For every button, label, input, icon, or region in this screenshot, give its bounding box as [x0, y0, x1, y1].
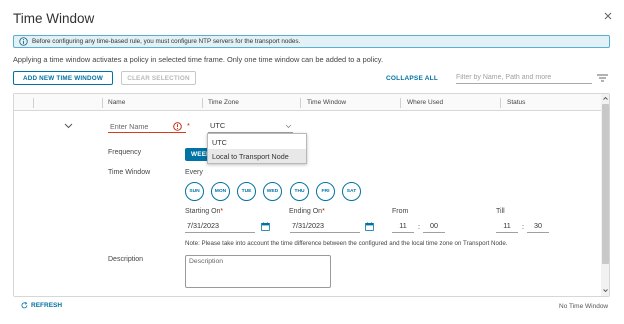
info-banner: Before configuring any time-based rule, …	[13, 35, 610, 48]
start-date-field[interactable]: 7/31/2023	[185, 221, 255, 233]
time-separator: :	[418, 222, 420, 231]
day-toggle-fri[interactable]: FRI	[316, 182, 335, 201]
day-toggle-wed[interactable]: WED	[263, 182, 282, 201]
time-window-grid: Name Time Zone Time Window Where Used St…	[13, 93, 610, 297]
timezone-note: Note: Please take into account the time …	[185, 240, 508, 247]
scroll-up-icon[interactable]	[602, 95, 609, 102]
banner-text: Before configuring any time-based rule, …	[32, 38, 301, 45]
calendar-icon[interactable]	[365, 222, 374, 231]
every-label: Every	[185, 169, 203, 176]
column-separator	[400, 98, 401, 108]
chevron-down-icon[interactable]	[64, 123, 73, 129]
add-time-window-button[interactable]: ADD NEW TIME WINDOW	[13, 71, 113, 85]
end-date-field[interactable]: 7/31/2023	[290, 221, 360, 233]
time-window-label: Time Window	[108, 169, 151, 176]
scrollbar-thumb[interactable]	[602, 104, 609, 264]
refresh-button[interactable]: REFRESH	[21, 302, 62, 309]
grid-scrollbar[interactable]	[601, 94, 609, 296]
refresh-label: REFRESH	[31, 302, 63, 309]
close-icon[interactable]	[603, 11, 613, 21]
column-header-where-used[interactable]: Where Used	[407, 99, 443, 106]
chevron-down-icon[interactable]	[285, 124, 292, 129]
refresh-icon	[21, 302, 28, 309]
column-separator	[33, 98, 34, 108]
day-toggle-sat[interactable]: SAT	[342, 182, 361, 201]
timezone-option-local[interactable]: Local to Transport Node	[208, 149, 306, 163]
till-label: Till	[496, 208, 505, 215]
dialog-description: Applying a time window activates a polic…	[13, 55, 383, 64]
timezone-option-utc[interactable]: UTC	[208, 135, 306, 149]
till-hour-field[interactable]: 11	[496, 221, 518, 233]
filter-input[interactable]	[456, 72, 592, 84]
time-separator: :	[522, 222, 524, 231]
column-header-time-window[interactable]: Time Window	[307, 99, 346, 106]
day-toggle-tue[interactable]: TUE	[237, 182, 256, 201]
error-icon	[173, 122, 182, 131]
description-label: Description	[108, 256, 144, 263]
info-icon	[19, 37, 28, 46]
till-minute-field[interactable]: 30	[527, 221, 549, 233]
day-toggle-mon[interactable]: MON	[211, 182, 230, 201]
dialog-title: Time Window	[13, 11, 95, 26]
description-textarea[interactable]	[185, 255, 331, 288]
scroll-down-icon[interactable]	[602, 287, 609, 294]
day-toggle-sun[interactable]: SUN	[185, 182, 204, 201]
frequency-label: Frequency	[108, 149, 142, 156]
clear-selection-button[interactable]: CLEAR SELECTION	[121, 71, 196, 85]
ending-on-label: Ending On*	[289, 208, 325, 215]
column-header-status[interactable]: Status	[507, 99, 525, 106]
column-separator	[300, 98, 301, 108]
column-separator	[500, 98, 501, 108]
timezone-dropdown: UTC Local to Transport Node	[207, 133, 307, 164]
from-hour-field[interactable]: 11	[392, 221, 414, 233]
from-minute-field[interactable]: 00	[423, 221, 445, 233]
frequency-weekly-button[interactable]: WEEKLY	[185, 148, 209, 161]
item-count: No Time Window	[559, 303, 609, 310]
filter-icon[interactable]	[597, 74, 608, 82]
column-header-time-zone[interactable]: Time Zone	[208, 99, 239, 106]
required-indicator: *	[187, 121, 190, 130]
grid-header: Name Time Zone Time Window Where Used St…	[14, 94, 601, 111]
day-toggle-thu[interactable]: THU	[290, 182, 309, 201]
column-header-name[interactable]: Name	[108, 99, 125, 106]
column-separator	[202, 98, 203, 108]
from-label: From	[392, 208, 409, 215]
timezone-select[interactable]: UTC	[208, 121, 293, 133]
starting-on-label: Starting On*	[185, 208, 224, 215]
collapse-all-link[interactable]: COLLAPSE ALL	[386, 75, 438, 82]
calendar-icon[interactable]	[261, 222, 270, 231]
time-window-dialog: Time Window Before configuring any time-…	[0, 0, 624, 324]
column-separator	[102, 98, 103, 108]
